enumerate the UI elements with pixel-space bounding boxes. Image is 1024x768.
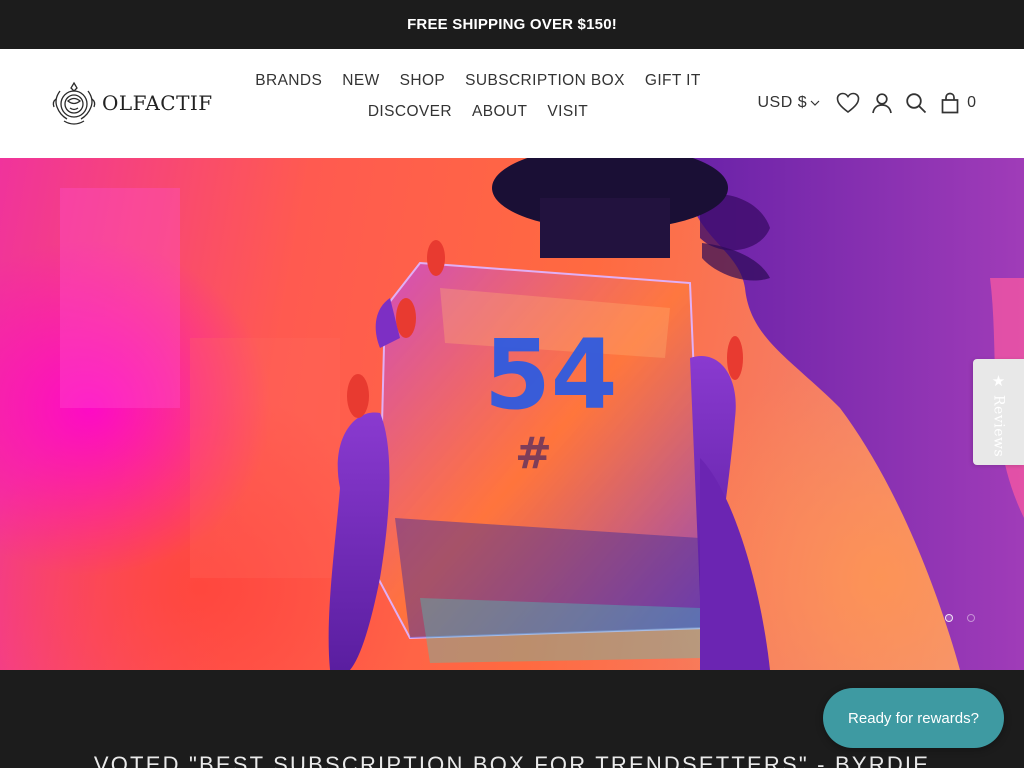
nav-row-2: DISCOVER ABOUT VISIT — [240, 102, 716, 122]
logo[interactable]: OLFACTIF — [48, 78, 213, 128]
star-icon: ★ — [991, 372, 1006, 390]
search-button[interactable] — [902, 89, 930, 117]
reviews-side-tab[interactable]: ★ Reviews — [973, 359, 1024, 465]
rewards-button-label: Ready for rewards? — [848, 709, 979, 727]
hero-slideshow[interactable]: 54 # — [0, 158, 1024, 670]
svg-text:#: # — [515, 428, 552, 479]
account-icon — [872, 93, 892, 114]
currency-selector[interactable]: USD $ — [757, 94, 820, 112]
nav-brands[interactable]: BRANDS — [245, 71, 332, 91]
announcement-bar: FREE SHIPPING OVER $150! — [0, 0, 1024, 49]
nav-row-1: BRANDS NEW SHOP SUBSCRIPTION BOX GIFT IT — [240, 71, 716, 91]
nav-new[interactable]: NEW — [332, 71, 389, 91]
slideshow-dots — [945, 614, 975, 622]
logo-wordmark: OLFACTIF — [102, 91, 213, 115]
nav-shop[interactable]: SHOP — [390, 71, 456, 91]
cart-count: 0 — [967, 94, 976, 111]
crest-logo-icon — [52, 81, 96, 125]
announcement-text: FREE SHIPPING OVER $150! — [407, 16, 617, 33]
search-icon — [906, 93, 927, 114]
cart-button[interactable] — [936, 89, 964, 117]
bottle-label-number: 54 — [484, 319, 618, 431]
nav-subscription-box[interactable]: SUBSCRIPTION BOX — [455, 71, 635, 91]
main-nav: BRANDS NEW SHOP SUBSCRIPTION BOX GIFT IT… — [240, 71, 716, 122]
reviews-tab-label: Reviews — [990, 395, 1007, 458]
header-actions: USD $ 0 — [757, 89, 976, 117]
slide-dot-1[interactable] — [945, 614, 953, 622]
cart-bag-icon — [941, 92, 959, 114]
currency-label: USD $ — [757, 94, 808, 111]
nav-visit[interactable]: VISIT — [537, 102, 598, 122]
slide-dot-2[interactable] — [967, 614, 975, 622]
wishlist-button[interactable] — [834, 89, 862, 117]
hero-image: 54 # — [60, 158, 1024, 670]
nav-about[interactable]: ABOUT — [462, 102, 537, 122]
press-headline: VOTED "BEST SUBSCRIPTION BOX FOR TRENDSE… — [93, 752, 931, 768]
rewards-button[interactable]: Ready for rewards? — [823, 688, 1004, 748]
account-button[interactable] — [868, 89, 896, 117]
nav-gift-it[interactable]: GIFT IT — [635, 71, 711, 91]
heart-icon — [836, 92, 860, 114]
chevron-down-icon — [810, 100, 820, 106]
nav-discover[interactable]: DISCOVER — [358, 102, 462, 122]
site-header: OLFACTIF BRANDS NEW SHOP SUBSCRIPTION BO… — [0, 49, 1024, 158]
